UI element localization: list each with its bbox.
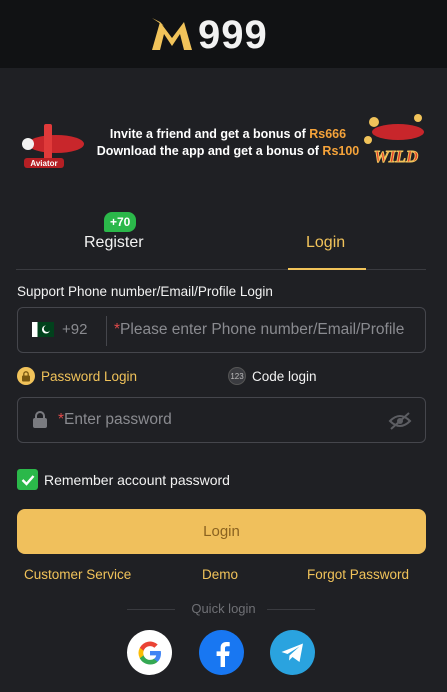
phone-input[interactable]: *Please enter Phone number/Email/Profile [114,321,420,339]
google-icon [138,641,161,664]
svg-text:Aviator: Aviator [30,159,57,168]
auth-tabs: +70 Register Login [16,212,426,270]
code-icon: 123 [228,367,246,385]
support-label: Support Phone number/Email/Profile Login [17,284,273,299]
country-code[interactable]: +92 [62,321,87,338]
divider-right [267,609,315,610]
customer-service-link[interactable]: Customer Service [24,567,131,582]
login-button[interactable]: Login [17,509,426,554]
brand-logo: 999 [150,12,268,58]
wild-coins-icon: WILD [364,114,424,167]
m-logo-icon [152,18,192,50]
aviator-plane-icon: Aviator [22,124,84,168]
lock-icon [33,411,47,428]
facebook-login-button[interactable] [199,630,244,675]
phone-email-field[interactable]: +92 *Please enter Phone number/Email/Pro… [17,307,426,353]
forgot-password-link[interactable]: Forgot Password [307,567,409,582]
tab-register[interactable]: Register [84,234,144,252]
telegram-icon [281,643,303,662]
promo-line-2: Download the app and get a bonus of Rs10… [96,144,360,158]
svg-text:WILD: WILD [374,147,418,166]
telegram-login-button[interactable] [270,630,315,675]
logo-text: 999 [198,12,268,57]
promo-line-1: Invite a friend and get a bonus of Rs666 [109,127,347,141]
remember-checkbox[interactable] [17,469,38,490]
register-bonus-badge: +70 [104,212,137,232]
facebook-icon [216,641,230,667]
pakistan-flag-icon [32,322,54,337]
check-icon [21,474,34,486]
password-login-label: Password Login [41,368,138,384]
password-field[interactable]: *Enter password [17,397,426,443]
google-login-button[interactable] [127,630,172,675]
code-login-option[interactable]: 123 Code login [228,367,317,385]
eye-hidden-icon[interactable] [388,411,412,431]
code-login-label: Code login [252,368,317,384]
quick-login-label: Quick login [191,601,256,616]
remember-password[interactable]: Remember account password [17,469,230,490]
password-input[interactable]: *Enter password [58,411,172,429]
field-divider [106,316,107,346]
active-tab-indicator [288,268,366,270]
tab-login[interactable]: Login [306,234,345,252]
promo-text: Invite a friend and get a bonus of Rs666… [88,126,368,160]
demo-link[interactable]: Demo [202,567,238,582]
remember-label: Remember account password [44,471,230,488]
promo-banner[interactable]: Aviator Invite a friend and get a bonus … [16,110,430,172]
lock-icon [17,367,35,385]
password-login-option[interactable]: Password Login [17,367,137,385]
